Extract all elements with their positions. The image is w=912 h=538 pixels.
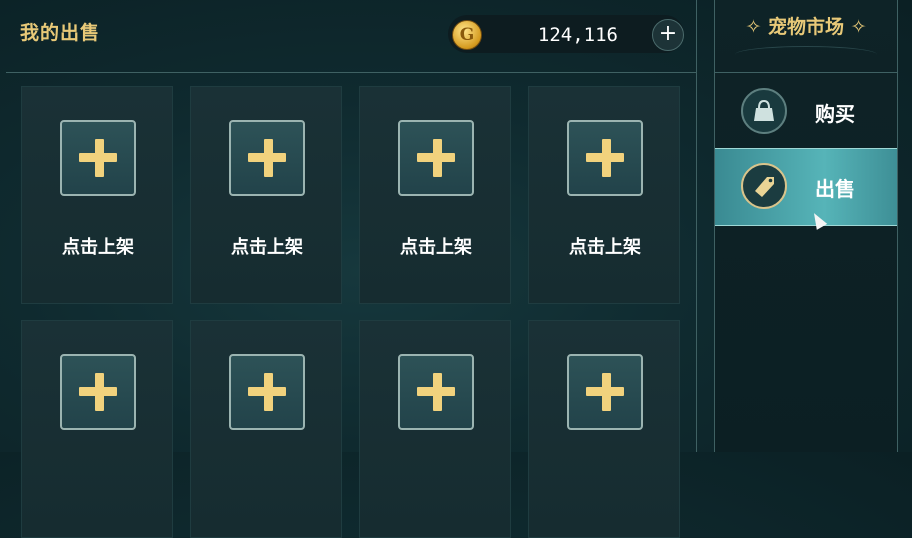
add-coins-button[interactable]: + (652, 19, 684, 51)
tab-sell[interactable]: 出售 (715, 148, 897, 226)
page-title: 我的出售 (20, 22, 101, 44)
slot-label: 点击上架 (400, 237, 472, 258)
tab-buy-label: 购买 (815, 102, 855, 126)
bag-icon (741, 88, 787, 134)
slot-label: 点击上架 (569, 237, 641, 258)
sale-slot[interactable] (528, 320, 680, 538)
sale-slot[interactable] (190, 320, 342, 538)
tag-icon (741, 163, 787, 209)
slot-label: 点击上架 (62, 237, 134, 258)
pet-market-sidebar: ✧ 宠物市场 ✧ 购买 出售 (714, 0, 898, 452)
market-header: ✧ 宠物市场 ✧ (715, 0, 897, 73)
tab-sell-label: 出售 (815, 177, 855, 201)
market-title: ✧ 宠物市场 ✧ (745, 16, 867, 38)
add-item-button[interactable] (398, 354, 474, 430)
tab-buy[interactable]: 购买 (715, 74, 897, 150)
add-item-button[interactable] (60, 120, 136, 196)
gold-coin-icon: G (452, 20, 482, 50)
sale-slot[interactable]: 点击上架 (21, 86, 173, 304)
my-sales-panel: 我的出售 G 124,116 + 点击上架 点击上架 点击上架 点击上架 (6, 0, 697, 538)
add-item-button[interactable] (229, 354, 305, 430)
coin-amount: 124,116 (537, 24, 618, 46)
sale-slot[interactable]: 点击上架 (359, 86, 511, 304)
ornament-divider (735, 46, 877, 63)
sale-slot[interactable] (21, 320, 173, 538)
add-item-button[interactable] (229, 120, 305, 196)
add-item-button[interactable] (60, 354, 136, 430)
sale-slot[interactable] (359, 320, 511, 538)
sales-header: 我的出售 G 124,116 + (6, 0, 696, 73)
slot-label: 点击上架 (231, 237, 303, 258)
add-item-button[interactable] (567, 120, 643, 196)
coin-balance: G 124,116 + (448, 15, 684, 53)
add-item-button[interactable] (398, 120, 474, 196)
sale-slot[interactable]: 点击上架 (528, 86, 680, 304)
add-item-button[interactable] (567, 354, 643, 430)
sale-slot[interactable]: 点击上架 (190, 86, 342, 304)
